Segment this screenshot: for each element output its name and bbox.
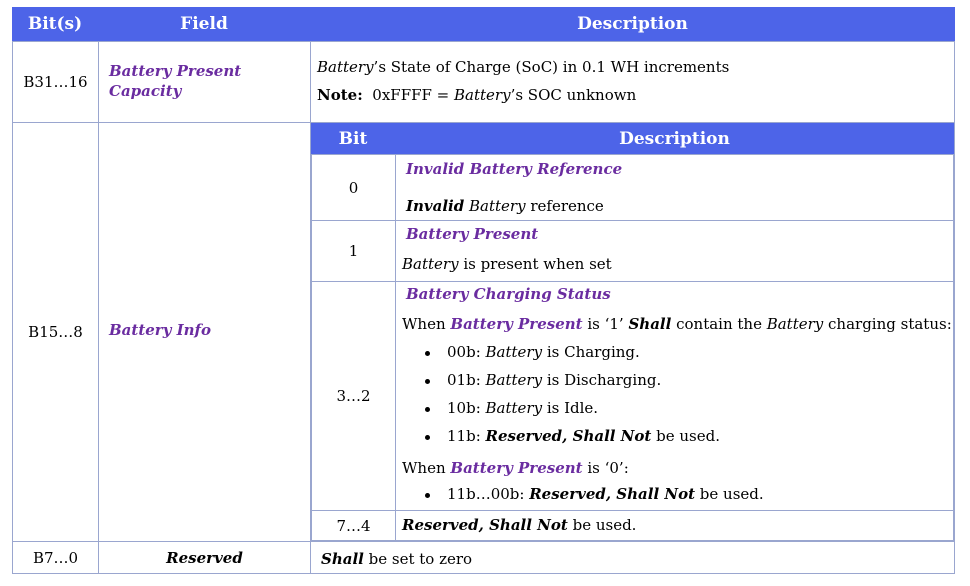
row1-bits: B31…16 <box>23 73 88 91</box>
sub1-desc-cell: Battery Present Battery is present when … <box>395 220 954 282</box>
sub74-desc-cell: Reserved, Shall Not be used. <box>395 510 954 541</box>
row3-field-cell: Reserved <box>98 541 311 574</box>
sub1-bit: 1 <box>348 242 359 260</box>
sub-header-bit: Bit <box>311 123 395 154</box>
sub32-bit-cell: 3…2 <box>311 281 396 511</box>
row2-bits: B15…8 <box>28 323 83 341</box>
row1-desc-line: Battery’s State of Charge (SoC) in 0.1 W… <box>317 58 730 76</box>
row1-bits-cell: B31…16 <box>12 41 99 123</box>
bullet-icon <box>425 435 430 440</box>
sub74-text: Reserved, Shall Not be used. <box>402 516 637 534</box>
row2-bits-cell: B15…8 <box>12 122 99 542</box>
sub0-desc-cell: Invalid Battery Reference Invalid Batter… <box>395 154 954 221</box>
sub1-bit-cell: 1 <box>311 220 396 282</box>
sub0-title: Invalid Battery Reference <box>406 160 623 178</box>
sub0-bit-cell: 0 <box>311 154 396 221</box>
sub0-bit: 0 <box>348 178 359 197</box>
header-description: Description <box>310 7 955 41</box>
row3-desc-cell: Shall be set to zero <box>310 541 955 574</box>
sub74-bit-cell: 7…4 <box>311 510 396 541</box>
sub32-title: Battery Charging Status <box>406 285 611 303</box>
header-bits-label: Bit(s) <box>27 14 83 34</box>
bullet-icon <box>425 351 430 356</box>
row2-field: Battery Info <box>109 321 212 339</box>
sub32-when1: When Battery Present is ‘1’ Shall contai… <box>402 315 952 333</box>
sub32-bit: 3…2 <box>336 387 371 405</box>
bullet-icon <box>425 407 430 412</box>
header-description-label: Description <box>577 14 688 34</box>
row3-bits-cell: B7…0 <box>12 541 99 574</box>
status-item-last: 11b…00b: Reserved, Shall Not be used. <box>447 485 764 503</box>
status-item-0: 00b: Battery is Charging. <box>447 343 640 361</box>
row3-bits: B7…0 <box>32 548 79 567</box>
row1-field-cell: Battery Present Capacity <box>98 41 311 123</box>
row1-note-line: Note: 0xFFFF = Battery’s SOC unknown <box>317 86 637 104</box>
row1-desc-cell: Battery’s State of Charge (SoC) in 0.1 W… <box>310 41 955 123</box>
sub-header-description: Description <box>395 123 954 154</box>
bullet-icon <box>425 379 430 384</box>
status-item-2: 10b: Battery is Idle. <box>447 399 599 417</box>
sub1-text: Battery is present when set <box>402 255 612 273</box>
sub32-when0: When Battery Present is ‘0’: <box>402 459 629 477</box>
header-field-label: Field <box>180 14 228 34</box>
row3-field: Reserved <box>166 548 243 567</box>
row1-field-line2: Capacity <box>109 82 182 100</box>
row2-field-cell: Battery Info <box>98 122 311 542</box>
sub32-desc-cell: Battery Charging Status When Battery Pre… <box>395 281 954 511</box>
sub-header-bit-label: Bit <box>338 128 368 149</box>
status-item-3: 11b: Reserved, Shall Not be used. <box>447 427 720 445</box>
sub74-bit: 7…4 <box>336 516 371 535</box>
bullet-icon <box>425 493 430 498</box>
sub0-text: Invalid Battery reference <box>406 197 604 215</box>
row1-field-line1: Battery Present <box>109 62 242 80</box>
status-item-1: 01b: Battery is Discharging. <box>447 371 662 389</box>
row3-text: Shall be set to zero <box>321 550 473 568</box>
sub1-title: Battery Present <box>406 225 539 243</box>
sub-header-description-label: Description <box>619 128 730 149</box>
header-field: Field <box>98 7 310 41</box>
header-bits: Bit(s) <box>12 7 98 41</box>
